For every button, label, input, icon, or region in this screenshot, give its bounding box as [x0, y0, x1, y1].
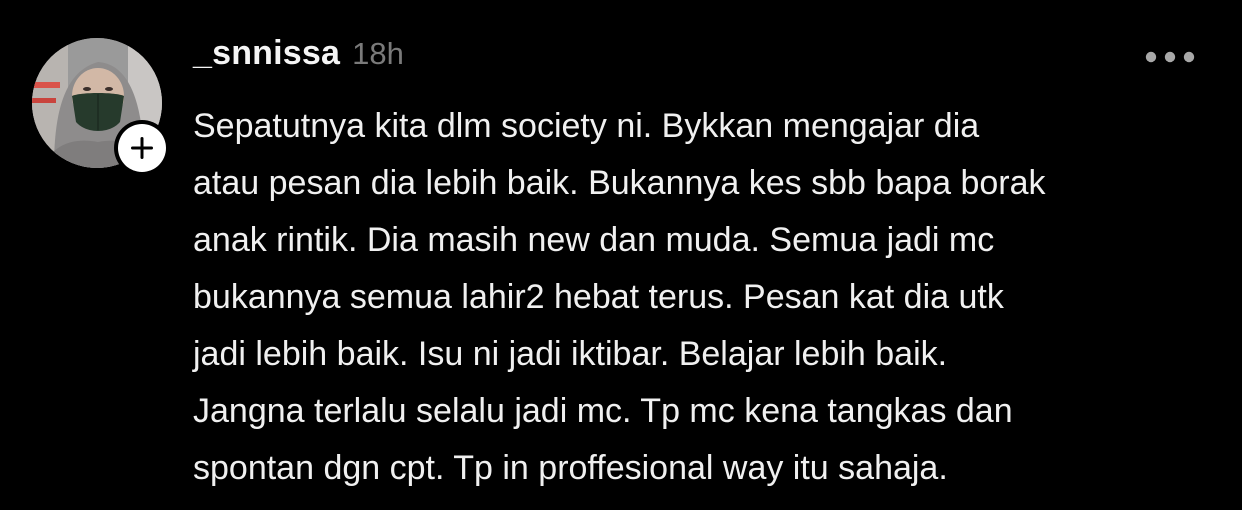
more-options-button[interactable] — [1140, 44, 1200, 70]
avatar-container — [32, 38, 170, 176]
post-text-line: Sepatutnya kita dlm society ni. Bykkan m… — [193, 107, 980, 145]
post-card: _snnissa 18h Sepatutnya kita dlm society… — [0, 0, 1242, 510]
post-text-line: spontan dgn cpt. Tp in proffesional way … — [193, 449, 948, 487]
plus-icon — [131, 137, 153, 159]
post-text-line: bukannya semua lahir2 hebat terus. Pesan… — [193, 278, 1004, 316]
post-text-line: atau pesan dia lebih baik. Bukannya kes … — [193, 164, 1046, 202]
timestamp: 18h — [352, 36, 404, 71]
post-text: Sepatutnya kita dlm society ni. Bykkan m… — [193, 98, 1223, 497]
username-link[interactable]: _snnissa — [193, 34, 340, 73]
post-text-line: Jangna terlalu selalu jadi mc. Tp mc ken… — [193, 392, 1013, 430]
post-header: _snnissa 18h — [193, 34, 404, 78]
post-text-line: jadi lebih baik. Isu ni jadi iktibar. Be… — [193, 335, 948, 373]
post-text-line: anak rintik. Dia masih new dan muda. Sem… — [193, 221, 995, 259]
more-horizontal-icon — [1145, 51, 1195, 63]
follow-button-inner — [118, 124, 166, 172]
follow-button[interactable] — [114, 120, 170, 176]
